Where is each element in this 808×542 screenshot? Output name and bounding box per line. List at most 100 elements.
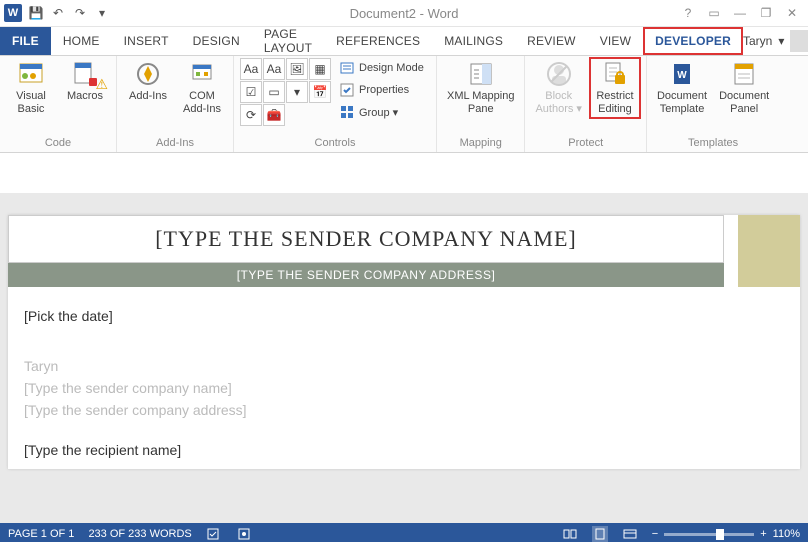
recipient-name-field[interactable]: [Type the recipient name] bbox=[24, 439, 784, 461]
design-mode-icon bbox=[339, 60, 355, 76]
tab-home[interactable]: HOME bbox=[51, 27, 112, 55]
tab-page-layout[interactable]: PAGE LAYOUT bbox=[252, 27, 324, 55]
avatar bbox=[790, 30, 808, 52]
user-menu[interactable]: Taryn ▾ bbox=[743, 27, 808, 55]
ribbon: Visual Basic Macros ⚠ Code Add-Ins COM A… bbox=[0, 56, 808, 153]
group-button[interactable]: Group ▾ bbox=[339, 102, 424, 122]
document-area[interactable]: [TYPE THE SENDER COMPANY NAME] [TYPE THE… bbox=[0, 153, 808, 523]
restrict-editing-button[interactable]: Restrict Editing bbox=[590, 58, 640, 118]
document-template-button[interactable]: W Document Template bbox=[653, 58, 711, 118]
properties-icon bbox=[339, 82, 355, 98]
chevron-down-icon: ▾ bbox=[778, 34, 784, 48]
letterhead-accent bbox=[738, 215, 800, 287]
addins-icon bbox=[134, 60, 162, 88]
tab-insert[interactable]: INSERT bbox=[112, 27, 181, 55]
zoom-control: − + 110% bbox=[652, 528, 800, 540]
print-layout-icon[interactable] bbox=[592, 526, 608, 542]
restore-icon[interactable]: ❐ bbox=[758, 5, 774, 21]
sender-address-line[interactable]: [Type the sender company address] bbox=[24, 399, 784, 421]
checkbox-control-icon[interactable]: ☑ bbox=[240, 81, 262, 103]
sender-company-field[interactable]: [TYPE THE SENDER COMPANY NAME] bbox=[8, 215, 724, 263]
group-protect-label: Protect bbox=[531, 135, 640, 152]
block-authors-button: Block Authors ▾ bbox=[531, 58, 586, 118]
titlebar: W 💾 ↶ ↷ ▾ Document2 - Word ? ▭ — ❐ ✕ bbox=[0, 0, 808, 27]
design-mode-button[interactable]: Design Mode bbox=[339, 58, 424, 78]
group-code: Visual Basic Macros ⚠ Code bbox=[0, 56, 117, 152]
rich-text-control-icon[interactable]: Aa bbox=[240, 58, 262, 80]
statusbar: PAGE 1 OF 1 233 OF 233 WORDS − + 110% bbox=[0, 523, 808, 542]
sender-company-line[interactable]: [Type the sender company name] bbox=[24, 377, 784, 399]
macros-button[interactable]: Macros ⚠ bbox=[60, 58, 110, 105]
xml-mapping-pane-button[interactable]: XML Mapping Pane bbox=[443, 58, 518, 118]
web-layout-icon[interactable] bbox=[622, 526, 638, 542]
ribbon-tabs: FILE HOME INSERT DESIGN PAGE LAYOUT REFE… bbox=[0, 27, 808, 56]
document-template-icon: W bbox=[668, 60, 696, 88]
legacy-tools-icon[interactable]: 🧰 bbox=[263, 104, 285, 126]
minimize-icon[interactable]: — bbox=[732, 5, 748, 21]
addins-button[interactable]: Add-Ins bbox=[123, 58, 173, 105]
date-control-icon[interactable]: 📅 bbox=[309, 81, 331, 103]
combo-control-icon[interactable]: ▭ bbox=[263, 81, 285, 103]
close-icon[interactable]: ✕ bbox=[784, 5, 800, 21]
group-templates: W Document Template Document Panel Templ… bbox=[647, 56, 779, 152]
picture-control-icon[interactable]: 🖼 bbox=[286, 58, 308, 80]
ribbon-options-icon[interactable]: ▭ bbox=[706, 5, 722, 21]
svg-text:W: W bbox=[677, 70, 687, 81]
visual-basic-icon bbox=[17, 60, 45, 88]
proofing-icon[interactable] bbox=[206, 526, 222, 542]
com-addins-button[interactable]: COM Add-Ins bbox=[177, 58, 227, 118]
building-block-control-icon[interactable]: ▦ bbox=[309, 58, 331, 80]
zoom-in-button[interactable]: + bbox=[760, 528, 766, 540]
page: [TYPE THE SENDER COMPANY NAME] [TYPE THE… bbox=[8, 215, 800, 469]
tab-view[interactable]: VIEW bbox=[588, 27, 643, 55]
group-addins: Add-Ins COM Add-Ins Add-Ins bbox=[117, 56, 234, 152]
tab-developer[interactable]: DEVELOPER bbox=[643, 27, 743, 55]
letterhead: [TYPE THE SENDER COMPANY NAME] [TYPE THE… bbox=[8, 215, 800, 287]
word-count[interactable]: 233 OF 233 WORDS bbox=[88, 528, 191, 540]
zoom-slider[interactable] bbox=[664, 533, 754, 536]
group-addins-label: Add-Ins bbox=[123, 135, 227, 152]
undo-icon[interactable]: ↶ bbox=[50, 5, 66, 21]
signer-name[interactable]: Taryn bbox=[24, 355, 784, 377]
sender-address-field[interactable]: [TYPE THE SENDER COMPANY ADDRESS] bbox=[8, 263, 724, 287]
group-mapping: XML Mapping Pane Mapping bbox=[437, 56, 525, 152]
tab-review[interactable]: REVIEW bbox=[515, 27, 588, 55]
document-panel-icon bbox=[730, 60, 758, 88]
tab-references[interactable]: REFERENCES bbox=[324, 27, 432, 55]
date-picker-field[interactable]: [Pick the date] bbox=[24, 305, 784, 327]
restrict-editing-icon bbox=[601, 60, 629, 88]
xml-mapping-icon bbox=[467, 60, 495, 88]
user-name: Taryn bbox=[743, 34, 772, 48]
group-controls: Aa Aa 🖼 ▦ ☑ ▭ ▾ 📅 ⟳ 🧰 Design Mode Proper… bbox=[234, 56, 437, 152]
page-indicator[interactable]: PAGE 1 OF 1 bbox=[8, 528, 74, 540]
macro-recording-icon[interactable] bbox=[236, 526, 252, 542]
zoom-out-button[interactable]: − bbox=[652, 528, 658, 540]
zoom-level[interactable]: 110% bbox=[773, 528, 800, 540]
help-icon[interactable]: ? bbox=[680, 5, 696, 21]
save-icon[interactable]: 💾 bbox=[28, 5, 44, 21]
word-app-icon: W bbox=[4, 4, 22, 22]
qat-customize-icon[interactable]: ▾ bbox=[94, 5, 110, 21]
repeating-control-icon[interactable]: ⟳ bbox=[240, 104, 262, 126]
tab-file[interactable]: FILE bbox=[0, 27, 51, 55]
tab-design[interactable]: DESIGN bbox=[181, 27, 252, 55]
group-controls-label: Controls bbox=[240, 135, 430, 152]
redo-icon[interactable]: ↷ bbox=[72, 5, 88, 21]
group-mapping-label: Mapping bbox=[443, 135, 518, 152]
plain-text-control-icon[interactable]: Aa bbox=[263, 58, 285, 80]
block-authors-icon bbox=[545, 60, 573, 88]
titlebar-right: ? ▭ — ❐ ✕ bbox=[680, 5, 808, 21]
group-code-label: Code bbox=[6, 135, 110, 152]
group-icon bbox=[339, 104, 355, 120]
tab-mailings[interactable]: MAILINGS bbox=[432, 27, 515, 55]
document-panel-button[interactable]: Document Panel bbox=[715, 58, 773, 118]
properties-button[interactable]: Properties bbox=[339, 80, 424, 100]
qat: W 💾 ↶ ↷ ▾ bbox=[0, 4, 110, 22]
zoom-thumb[interactable] bbox=[716, 529, 724, 540]
visual-basic-button[interactable]: Visual Basic bbox=[6, 58, 56, 118]
group-templates-label: Templates bbox=[653, 135, 773, 152]
dropdown-control-icon[interactable]: ▾ bbox=[286, 81, 308, 103]
warning-icon: ⚠ bbox=[95, 78, 108, 91]
read-mode-icon[interactable] bbox=[562, 526, 578, 542]
controls-gallery: Aa Aa 🖼 ▦ ☑ ▭ ▾ 📅 ⟳ 🧰 bbox=[240, 58, 329, 124]
